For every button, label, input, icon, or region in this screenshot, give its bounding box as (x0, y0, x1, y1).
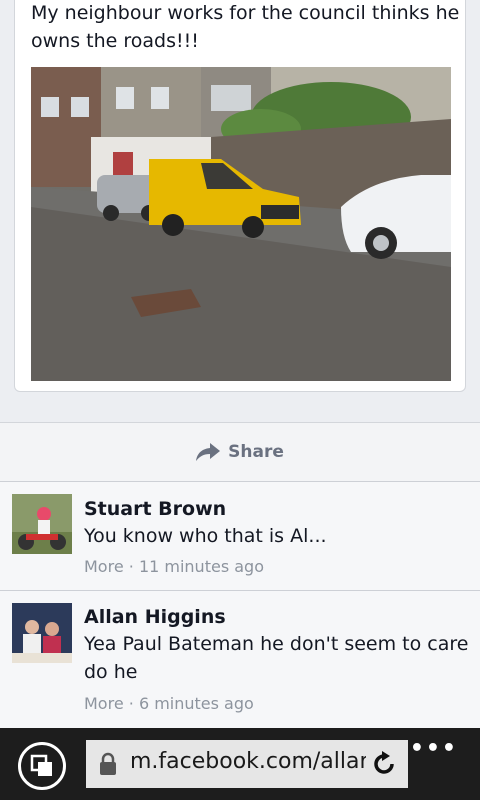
post-photo[interactable] (31, 67, 451, 381)
comment-time: 11 minutes ago (138, 557, 264, 576)
address-bar[interactable]: m.facebook.com/allan (86, 740, 408, 788)
share-button[interactable]: Share (196, 442, 284, 462)
avatar[interactable] (12, 603, 72, 663)
comment-author[interactable]: Stuart Brown (84, 498, 226, 520)
tabs-icon (30, 754, 52, 776)
comment-more-link[interactable]: More (84, 694, 124, 713)
comment-item: Allan Higgins Yea Paul Bateman he don't … (0, 591, 480, 728)
post-text: My neighbour works for the council think… (31, 2, 460, 52)
comment-text: You know who that is Al... (84, 525, 327, 547)
comment-author[interactable]: Allan Higgins (84, 606, 226, 628)
refresh-icon[interactable] (370, 750, 398, 778)
share-bar: Share (0, 423, 480, 481)
avatar-image (12, 494, 72, 554)
meta-separator: · (123, 557, 139, 576)
comment-more-link[interactable]: More (84, 557, 124, 576)
share-label: Share (228, 442, 284, 462)
comment-item: Stuart Brown You know who that is Al... … (0, 482, 480, 590)
url-text[interactable]: m.facebook.com/allan (130, 749, 366, 774)
more-menu-button[interactable]: ••• (410, 736, 458, 761)
tabs-button[interactable] (18, 742, 66, 790)
meta-separator: · (123, 694, 139, 713)
post-card: My neighbour works for the council think… (14, 0, 466, 392)
avatar-image (12, 603, 72, 663)
street-photo (31, 67, 451, 381)
comment-time: 6 minutes ago (138, 694, 254, 713)
comment-meta: More · 6 minutes ago (84, 694, 254, 713)
lock-icon (100, 752, 116, 775)
comment-meta: More · 11 minutes ago (84, 557, 264, 576)
share-arrow-icon (196, 443, 221, 461)
avatar[interactable] (12, 494, 72, 554)
browser-bar: m.facebook.com/allan ••• (0, 728, 480, 800)
comment-text: Yea Paul Bateman he don't seem to care d… (84, 633, 469, 683)
